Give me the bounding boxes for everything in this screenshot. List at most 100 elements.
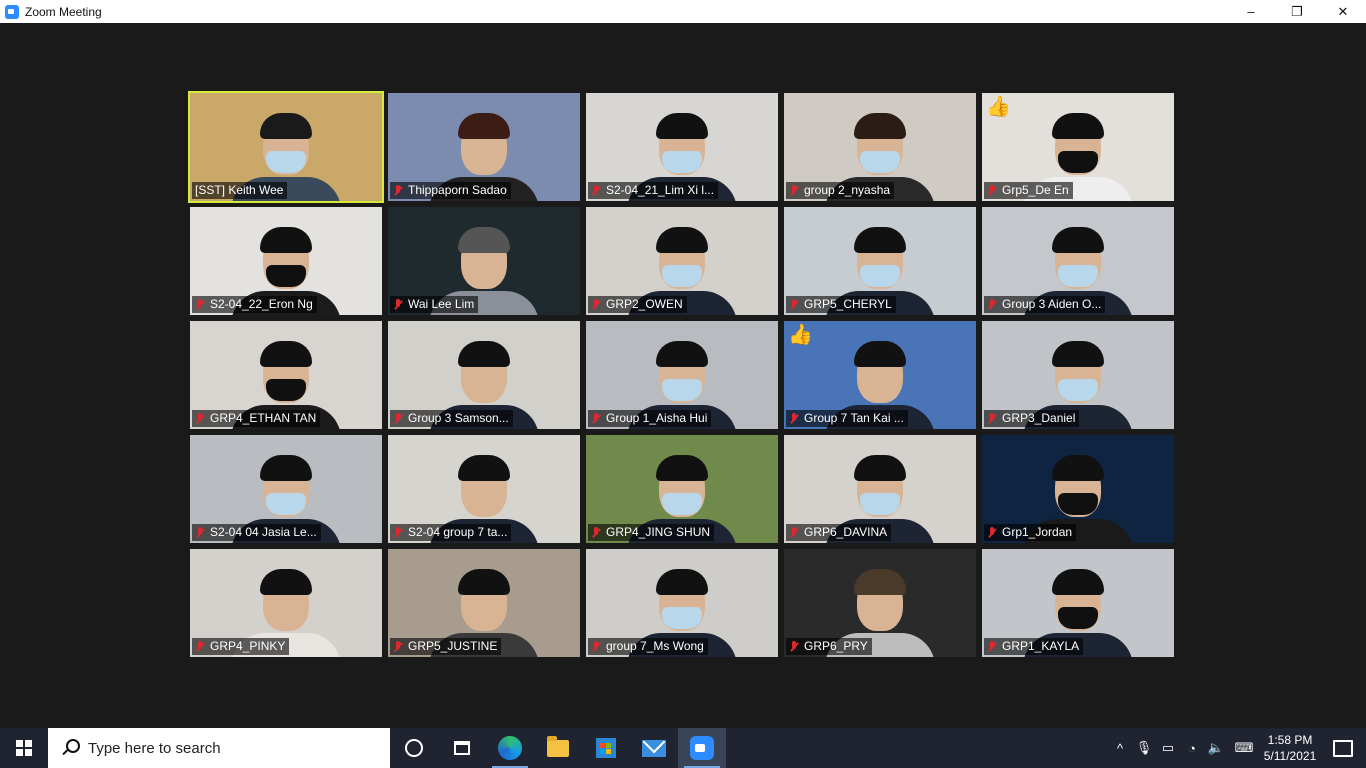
- participant-name: GRP6_DAVINA: [804, 525, 888, 539]
- window-controls: – ❐ ✕: [1228, 0, 1366, 23]
- muted-mic-icon: [789, 640, 799, 653]
- zoom-app-icon: [690, 736, 714, 760]
- participant-name: GRP1_KAYLA: [1002, 639, 1080, 653]
- store-taskbar-button[interactable]: [582, 728, 630, 768]
- participant-name: GRP5_CHERYL: [804, 297, 892, 311]
- taskbar-clock[interactable]: 1:58 PM 5/11/2021: [1260, 732, 1320, 764]
- participant-tile[interactable]: GRP4_JING SHUN: [586, 435, 778, 543]
- battery-icon[interactable]: ▭: [1156, 728, 1180, 768]
- participant-name: Group 1_Aisha Hui: [606, 411, 708, 425]
- start-button[interactable]: [0, 728, 48, 768]
- participant-tile[interactable]: S2-04_21_Lim Xi l...: [586, 93, 778, 201]
- file-explorer-taskbar-button[interactable]: [534, 728, 582, 768]
- close-button[interactable]: ✕: [1320, 0, 1366, 23]
- participant-tile[interactable]: GRP4_ETHAN TAN: [190, 321, 382, 429]
- window-titlebar: Zoom Meeting – ❐ ✕: [0, 0, 1366, 23]
- participant-tile[interactable]: 👍 Grp5_De En: [982, 93, 1174, 201]
- volume-icon[interactable]: 🔈: [1204, 728, 1228, 768]
- participant-name-label: [SST] Keith Wee: [192, 182, 288, 199]
- participant-name: group 7_Ms Wong: [606, 639, 704, 653]
- cortana-button[interactable]: [390, 728, 438, 768]
- edge-taskbar-button[interactable]: [486, 728, 534, 768]
- participant-tile[interactable]: GRP1_KAYLA: [982, 549, 1174, 657]
- participant-name: GRP3_Daniel: [1002, 411, 1076, 425]
- participant-tile[interactable]: [SST] Keith Wee: [188, 91, 384, 203]
- participant-name: group 2_nyasha: [804, 183, 891, 197]
- participant-tile[interactable]: S2-04 04 Jasia Le...: [190, 435, 382, 543]
- participant-name-label: S2-04_21_Lim Xi l...: [588, 182, 719, 199]
- participant-name-label: Group 3 Aiden O...: [984, 296, 1106, 313]
- participant-tile[interactable]: GRP5_CHERYL: [784, 207, 976, 315]
- participant-tile[interactable]: 👍 Group 7 Tan Kai ...: [784, 321, 976, 429]
- muted-mic-icon: [393, 640, 403, 653]
- participant-tile[interactable]: GRP6_PRY: [784, 549, 976, 657]
- participant-tile[interactable]: GRP3_Daniel: [982, 321, 1174, 429]
- participant-name-label: group 7_Ms Wong: [588, 638, 708, 655]
- participant-tile[interactable]: Thippaporn Sadao: [388, 93, 580, 201]
- keyboard-icon[interactable]: ⌨: [1228, 728, 1260, 768]
- participant-name-label: GRP4_PINKY: [192, 638, 290, 655]
- participant-name: Group 3 Samson...: [408, 411, 509, 425]
- windows-logo-icon: [16, 740, 32, 756]
- action-center-button[interactable]: [1320, 728, 1366, 768]
- window-title: Zoom Meeting: [25, 4, 102, 19]
- participant-tile[interactable]: Wai Lee Lim: [388, 207, 580, 315]
- muted-mic-icon: [987, 526, 997, 539]
- participant-tile[interactable]: group 2_nyasha: [784, 93, 976, 201]
- participant-tile[interactable]: GRP4_PINKY: [190, 549, 382, 657]
- zoom-taskbar-button[interactable]: [678, 728, 726, 768]
- participant-tile[interactable]: Grp1_Jordan: [982, 435, 1174, 543]
- windows-taskbar: Type here to search ^ 🎙 ▭ ◔ 🔈 ⌨ 1:58 PM …: [0, 728, 1366, 768]
- show-hidden-icons-button[interactable]: ^: [1108, 728, 1132, 768]
- participant-name-label: Group 7 Tan Kai ...: [786, 410, 908, 427]
- participant-tile[interactable]: GRP2_OWEN: [586, 207, 778, 315]
- participant-name-label: Group 3 Samson...: [390, 410, 513, 427]
- participant-name-label: GRP3_Daniel: [984, 410, 1080, 427]
- participant-tile[interactable]: S2-04_22_Eron Ng: [190, 207, 382, 315]
- participant-name-label: GRP6_DAVINA: [786, 524, 892, 541]
- muted-mic-icon: [195, 298, 205, 311]
- participant-name-label: Grp5_De En: [984, 182, 1073, 199]
- muted-mic-icon: [195, 526, 205, 539]
- notification-icon: [1333, 739, 1353, 757]
- search-icon: [60, 738, 80, 758]
- participant-tile[interactable]: group 7_Ms Wong: [586, 549, 778, 657]
- participant-tile[interactable]: Group 3 Aiden O...: [982, 207, 1174, 315]
- participant-name-label: Thippaporn Sadao: [390, 182, 511, 199]
- muted-mic-icon: [987, 640, 997, 653]
- participant-name-label: Wai Lee Lim: [390, 296, 479, 313]
- participant-tile[interactable]: GRP5_JUSTINE: [388, 549, 580, 657]
- muted-mic-icon: [195, 640, 205, 653]
- participant-name-label: GRP1_KAYLA: [984, 638, 1084, 655]
- muted-mic-icon: [393, 298, 403, 311]
- participant-name-label: Group 1_Aisha Hui: [588, 410, 712, 427]
- participant-name: Grp1_Jordan: [1002, 525, 1073, 539]
- participant-name: [SST] Keith Wee: [195, 183, 284, 197]
- participant-name-label: Grp1_Jordan: [984, 524, 1077, 541]
- muted-mic-icon: [591, 412, 601, 425]
- participant-name-label: GRP4_ETHAN TAN: [192, 410, 321, 427]
- participant-name: Thippaporn Sadao: [408, 183, 507, 197]
- participant-tile[interactable]: Group 3 Samson...: [388, 321, 580, 429]
- minimize-button[interactable]: –: [1228, 0, 1274, 23]
- participant-tile[interactable]: GRP6_DAVINA: [784, 435, 976, 543]
- participant-name: Group 7 Tan Kai ...: [804, 411, 904, 425]
- microphone-icon[interactable]: 🎙: [1132, 728, 1156, 768]
- cortana-icon: [405, 739, 423, 757]
- participant-name: S2-04 group 7 ta...: [408, 525, 508, 539]
- gallery-grid: [SST] Keith Wee Thippaporn Sadao S2-04_21_…: [188, 91, 1176, 657]
- thumbs-up-reaction-icon: 👍: [788, 324, 813, 346]
- taskbar-search-box[interactable]: Type here to search: [48, 728, 390, 768]
- task-view-button[interactable]: [438, 728, 486, 768]
- participant-name-label: S2-04_22_Eron Ng: [192, 296, 317, 313]
- participant-name: GRP4_PINKY: [210, 639, 286, 653]
- mail-taskbar-button[interactable]: [630, 728, 678, 768]
- zoom-logo-icon: [5, 4, 19, 19]
- thumbs-up-reaction-icon: 👍: [986, 96, 1011, 118]
- participant-tile[interactable]: Group 1_Aisha Hui: [586, 321, 778, 429]
- search-placeholder: Type here to search: [88, 739, 221, 757]
- participant-tile[interactable]: S2-04 group 7 ta...: [388, 435, 580, 543]
- restore-button[interactable]: ❐: [1274, 0, 1320, 23]
- participant-name-label: S2-04 04 Jasia Le...: [192, 524, 321, 541]
- wifi-icon[interactable]: ◔: [1180, 728, 1204, 768]
